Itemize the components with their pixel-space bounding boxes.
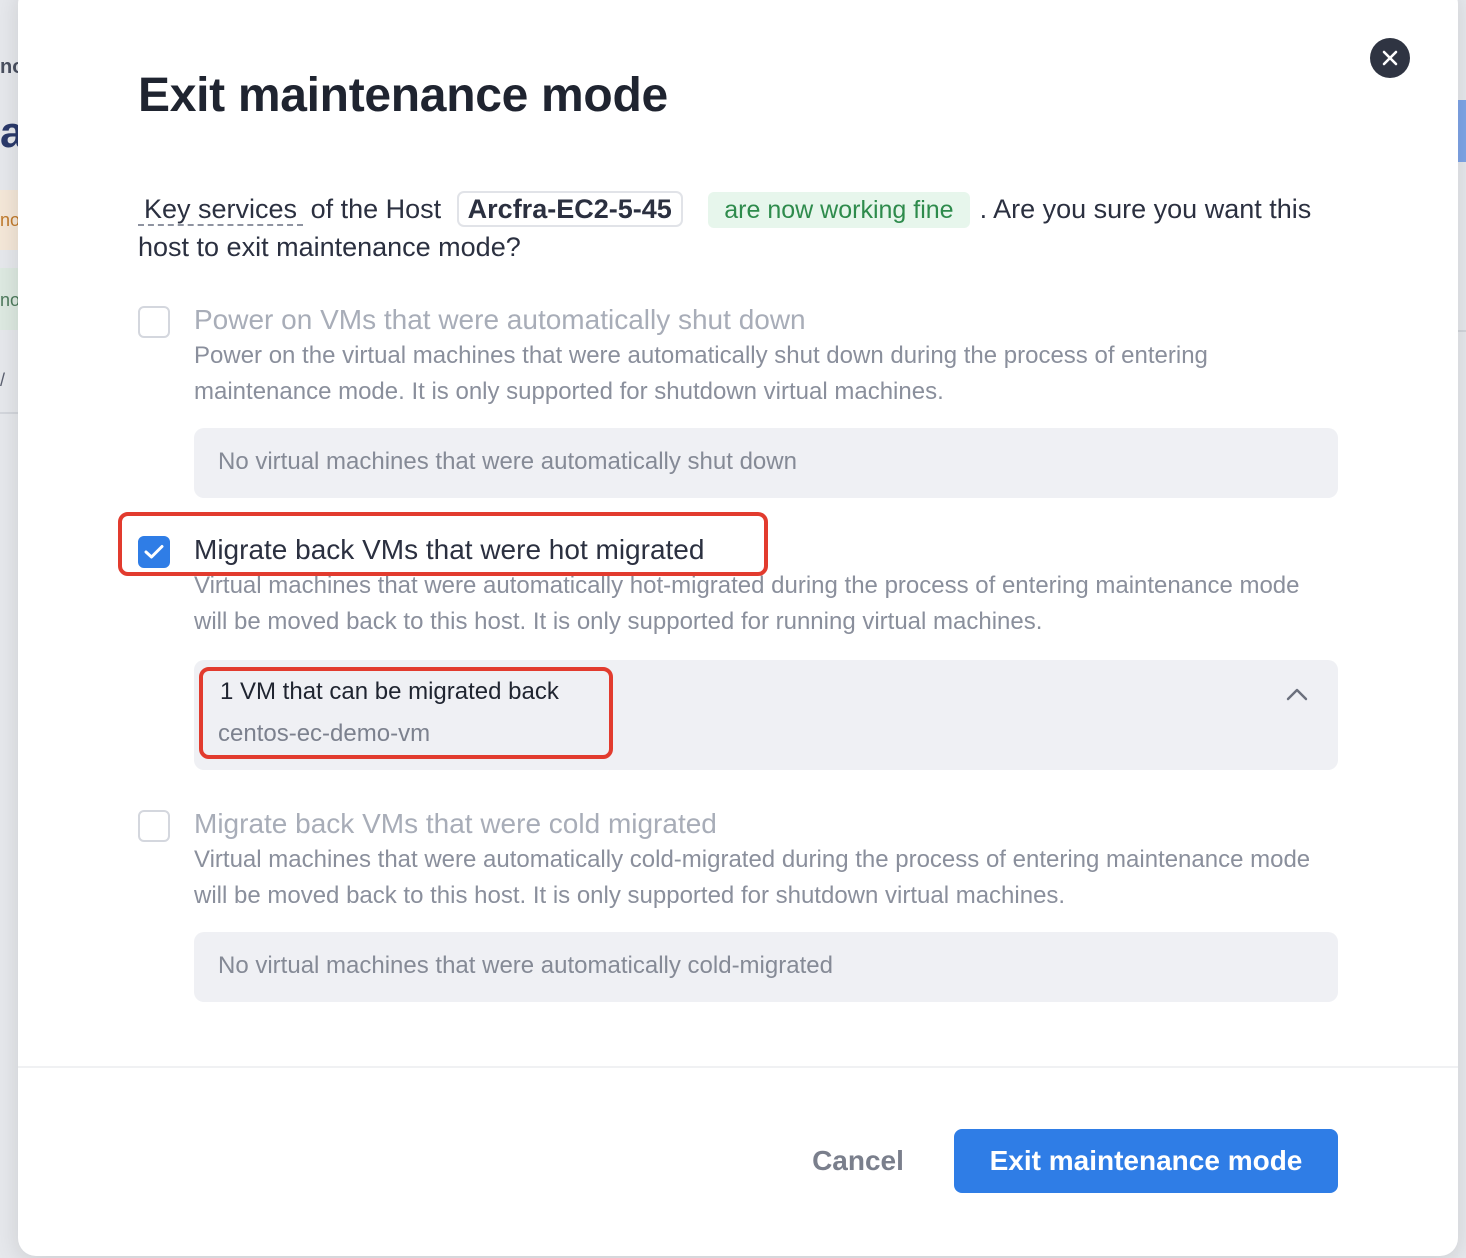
- footer-divider: [18, 1066, 1458, 1068]
- dialog-intro: Key services of the Host Arcfra-EC2-5-45…: [138, 190, 1348, 266]
- highlight-box-vm-count: [199, 667, 613, 759]
- chevron-up-icon[interactable]: [1282, 680, 1312, 710]
- key-services-term[interactable]: Key services: [138, 194, 304, 226]
- option-power-on: Power on VMs that were automatically shu…: [138, 304, 1338, 504]
- close-button[interactable]: [1370, 38, 1410, 78]
- host-name-tag: Arcfra-EC2-5-45: [456, 191, 683, 227]
- dialog-title: Exit maintenance mode: [138, 69, 668, 122]
- hot-migrate-description: Virtual machines that were automatically…: [194, 572, 1300, 635]
- power-on-empty-text: No virtual machines that were automatica…: [218, 448, 797, 475]
- power-on-label: Power on VMs that were automatically shu…: [194, 304, 806, 335]
- background-scrollbar-thumb: [1458, 100, 1466, 162]
- exit-maintenance-dialog: Exit maintenance mode Key services of th…: [18, 0, 1458, 1256]
- close-icon: [1382, 50, 1398, 66]
- status-badge: are now working fine: [708, 192, 970, 228]
- cold-migrate-description: Virtual machines that were automatically…: [194, 846, 1311, 909]
- power-on-vm-list: No virtual machines that were automatica…: [194, 428, 1338, 498]
- highlight-box-hot-migrate-option: [118, 512, 768, 576]
- cold-migrate-checkbox[interactable]: [138, 810, 170, 842]
- cold-migrate-empty-text: No virtual machines that were automatica…: [218, 952, 833, 979]
- intro-text-of-host: of the Host: [310, 194, 442, 224]
- power-on-checkbox[interactable]: [138, 306, 170, 338]
- background-divider-right: [1458, 330, 1466, 332]
- cancel-button[interactable]: Cancel: [788, 1130, 928, 1192]
- cold-migrate-label: Migrate back VMs that were cold migrated: [194, 808, 717, 839]
- option-cold-migrate: Migrate back VMs that were cold migrated…: [138, 808, 1338, 1008]
- exit-maintenance-button[interactable]: Exit maintenance mode: [954, 1129, 1338, 1193]
- background-right-edge: [1458, 0, 1466, 1258]
- power-on-description: Power on the virtual machines that were …: [194, 342, 1208, 405]
- background-text-fragment-2: /: [0, 370, 6, 390]
- background-divider: [0, 412, 18, 414]
- cold-migrate-vm-list: No virtual machines that were automatica…: [194, 932, 1338, 1002]
